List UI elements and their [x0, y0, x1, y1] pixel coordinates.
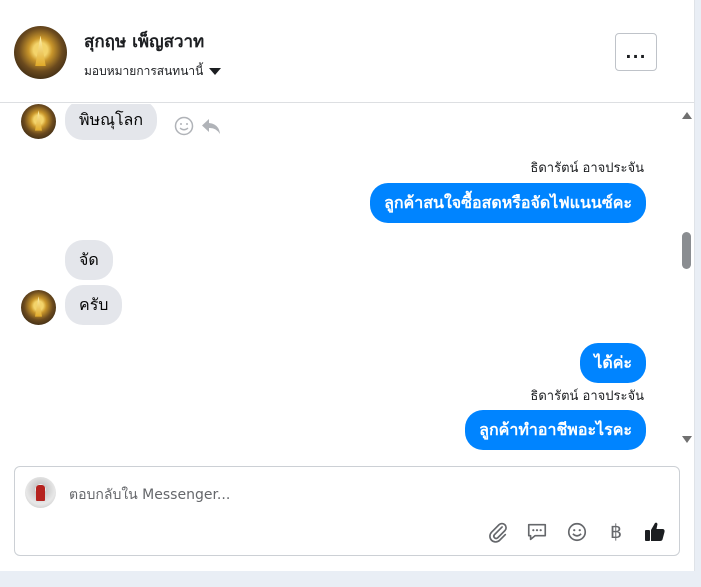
more-icon: ... [625, 42, 647, 62]
currency-icon[interactable]: ฿ [603, 519, 629, 545]
assign-label: มอบหมายการสนทนานี้ [84, 64, 204, 78]
scrollbar-thumb[interactable] [682, 232, 691, 269]
sender-name: ธิดารัตน์ อาจประจัน [530, 161, 644, 176]
conversation-panel: สุกฤษ เพ็ญสวาท มอบหมายการสนทนานี้ ... พิ… [0, 0, 695, 571]
message-thread: พิษณุโลก ธิดารัตน์ อาจประจัน ลูกค้าสนใจซ… [0, 104, 694, 460]
message-bubble[interactable]: ลูกค้าทำอาชีพอะไรคะ [465, 410, 646, 450]
attach-icon[interactable] [485, 519, 511, 545]
message-bubble[interactable]: ลูกค้าสนใจซื้อสดหรือจัดไฟแนนซ์คะ [370, 183, 646, 223]
emoji-react-icon[interactable] [174, 116, 194, 136]
reply-composer: ฿ [14, 466, 680, 556]
more-options-button[interactable]: ... [615, 33, 657, 71]
reply-icon[interactable] [200, 116, 222, 136]
caret-down-icon [209, 68, 222, 75]
reply-input[interactable] [67, 483, 631, 507]
contact-avatar[interactable] [14, 26, 67, 79]
contact-name[interactable]: สุกฤษ เพ็ญสวาท [84, 28, 204, 55]
message-bubble[interactable]: ครับ [65, 285, 123, 325]
page-avatar [25, 477, 56, 508]
message-bubble[interactable]: พิษณุโลก [65, 104, 158, 140]
like-icon[interactable] [642, 519, 668, 545]
saved-reply-icon[interactable] [524, 519, 550, 545]
assign-conversation-dropdown[interactable]: มอบหมายการสนทนานี้ [84, 62, 222, 81]
emoji-icon[interactable] [564, 519, 590, 545]
message-bubble[interactable]: จัด [65, 240, 113, 280]
sender-avatar [21, 104, 56, 139]
conversation-header: สุกฤษ เพ็ญสวาท มอบหมายการสนทนานี้ ... [0, 0, 694, 103]
scroll-down-arrow[interactable] [682, 436, 692, 443]
currency-symbol: ฿ [609, 521, 623, 543]
message-bubble[interactable]: ได้ค่ะ [580, 343, 646, 383]
sender-name: ธิดารัตน์ อาจประจัน [530, 389, 644, 404]
sender-avatar [21, 290, 56, 325]
scroll-up-arrow[interactable] [682, 112, 692, 119]
